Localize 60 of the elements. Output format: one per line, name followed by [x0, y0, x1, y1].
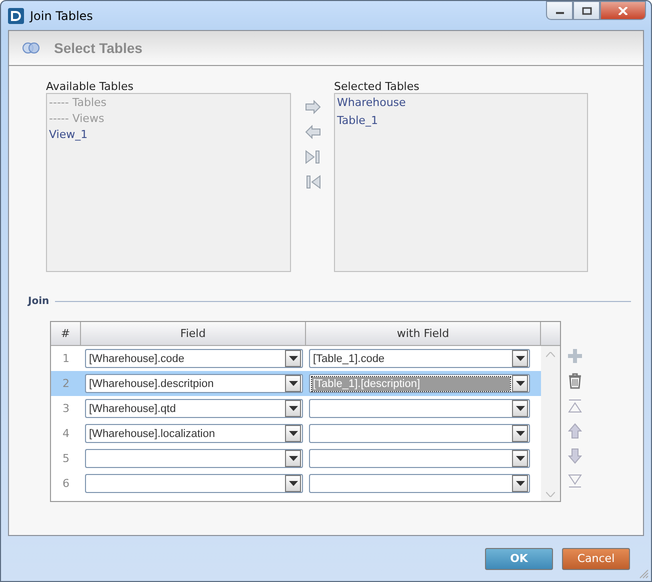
dropdown-caret-icon[interactable] — [512, 475, 528, 492]
list-item[interactable]: Wharehouse — [337, 95, 406, 111]
row-number: 2 — [62, 377, 70, 390]
list-item[interactable]: View_1 — [49, 127, 88, 143]
dropdown-caret-icon[interactable] — [512, 350, 528, 367]
close-button[interactable] — [600, 1, 646, 20]
dropdown-field[interactable]: [Wharehouse].localization — [85, 424, 303, 443]
dropdown-caret-icon[interactable] — [512, 450, 528, 467]
dropdown-field[interactable]: [Wharehouse].descritpion — [85, 374, 303, 393]
arrow-right-icon[interactable] — [304, 100, 320, 114]
row-number: 6 — [62, 477, 70, 490]
dropdown-caret-icon[interactable] — [512, 425, 528, 442]
dropdown-caret-icon[interactable] — [512, 400, 528, 417]
selected-row[interactable]: 2 [Wharehouse].descritpion [Table_1].[description] — [51, 371, 541, 396]
dropdown-caret-icon[interactable] — [512, 375, 528, 392]
column-header[interactable]: with Field — [306, 322, 541, 345]
list-label: Selected Tables — [334, 80, 420, 93]
move-bottom-icon[interactable] — [567, 473, 583, 489]
dropdown-caret-icon[interactable] — [285, 400, 301, 417]
dropdown-field[interactable] — [309, 474, 530, 493]
dropdown-caret-icon[interactable] — [285, 375, 301, 392]
row-number: 4 — [62, 427, 70, 440]
dropdown-caret-icon[interactable] — [285, 350, 301, 367]
app-logo-icon — [8, 8, 24, 24]
list-item[interactable]: Table_1 — [337, 113, 378, 129]
row-number: 5 — [62, 452, 70, 465]
move-top-icon[interactable] — [567, 398, 583, 414]
maximize-icon — [582, 6, 592, 14]
section-title: Select Tables — [54, 40, 142, 56]
dropdown-field[interactable] — [85, 474, 303, 493]
dropdown-caret-icon[interactable] — [285, 475, 301, 492]
move-all-left-icon[interactable] — [304, 175, 320, 189]
move-all-right-icon[interactable] — [304, 150, 320, 164]
dropdown-field[interactable] — [309, 449, 530, 468]
join-circles-icon — [22, 42, 40, 54]
list-label: Available Tables — [46, 80, 134, 93]
arrow-left-icon[interactable] — [304, 125, 320, 139]
dropdown-field[interactable]: [Wharehouse].code — [85, 349, 303, 368]
row-number: 1 — [62, 352, 70, 365]
dropdown-field[interactable] — [309, 424, 530, 443]
group-header: ----- Views — [49, 111, 104, 127]
window-title: Join Tables — [30, 8, 93, 22]
dropdown-field[interactable] — [309, 399, 530, 418]
close-icon — [618, 6, 628, 14]
dropdown-caret-icon[interactable] — [285, 425, 301, 442]
resize-grip-icon[interactable] — [639, 569, 649, 579]
column-header[interactable]: # — [51, 322, 81, 345]
dropdown-caret-icon[interactable] — [285, 450, 301, 467]
move-up-icon[interactable] — [567, 423, 583, 439]
dropdown-field[interactable]: [Wharehouse].qtd — [85, 399, 303, 418]
column-header[interactable]: Field — [81, 322, 306, 345]
maximize-button[interactable] — [573, 1, 600, 20]
row-number: 3 — [62, 402, 70, 415]
group-label: Join — [28, 296, 50, 307]
move-down-icon[interactable] — [567, 448, 583, 464]
group-header: ----- Tables — [49, 95, 107, 111]
minimize-button[interactable] — [546, 1, 573, 20]
delete-icon[interactable] — [567, 373, 583, 389]
dropdown-field[interactable]: [Table_1].code — [309, 349, 530, 368]
dropdown-field[interactable] — [85, 449, 303, 468]
